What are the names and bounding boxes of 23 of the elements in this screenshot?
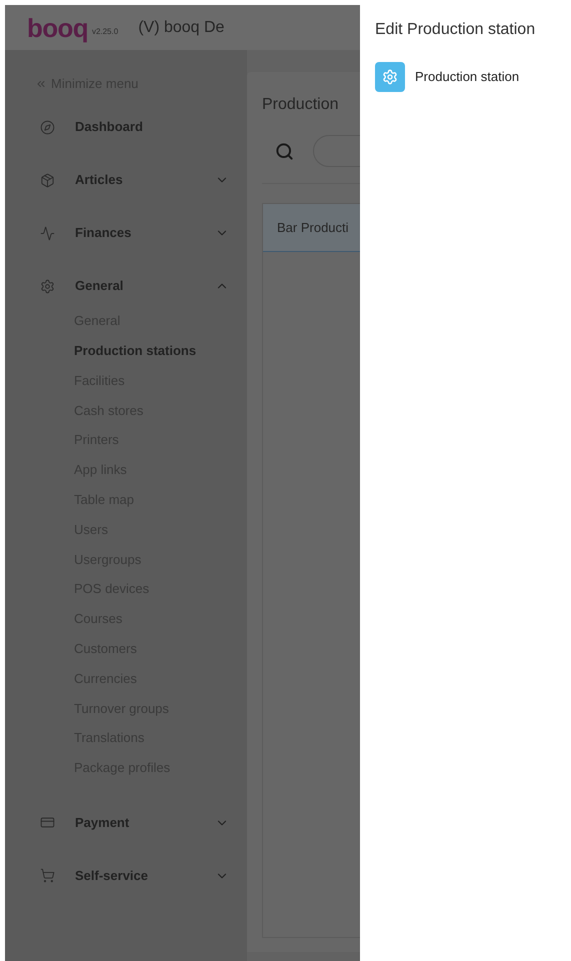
- sidebar-item[interactable]: Payment: [35, 800, 229, 846]
- gear-icon: [375, 62, 405, 92]
- cart-icon: [40, 868, 55, 884]
- logo: booq: [27, 14, 88, 40]
- sidebar-item[interactable]: Finances: [35, 210, 229, 256]
- sidebar-item[interactable]: Dashboard: [35, 104, 229, 150]
- sidebar-item[interactable]: Articles: [35, 157, 229, 203]
- page-title: Production: [262, 95, 340, 115]
- table-row[interactable]: Bar Producti: [263, 204, 360, 252]
- header-title: (V) booq De: [138, 18, 224, 38]
- gear-icon: [40, 278, 55, 294]
- submenu-item[interactable]: Production stations: [35, 336, 229, 366]
- sidebar-item[interactable]: General: [35, 263, 229, 309]
- drawer-title: Edit Production station: [375, 20, 536, 40]
- pulse-icon: [40, 226, 55, 240]
- drawer-item-label[interactable]: Production station: [415, 67, 520, 87]
- search-icon: [275, 142, 294, 160]
- sidebar-item[interactable]: Self-service: [35, 852, 229, 899]
- card-icon: [40, 815, 55, 830]
- box-icon: [40, 172, 55, 188]
- double-chevron-icon: [35, 78, 47, 90]
- compass-icon: [40, 120, 55, 134]
- version-label: v2.25.0: [92, 26, 118, 38]
